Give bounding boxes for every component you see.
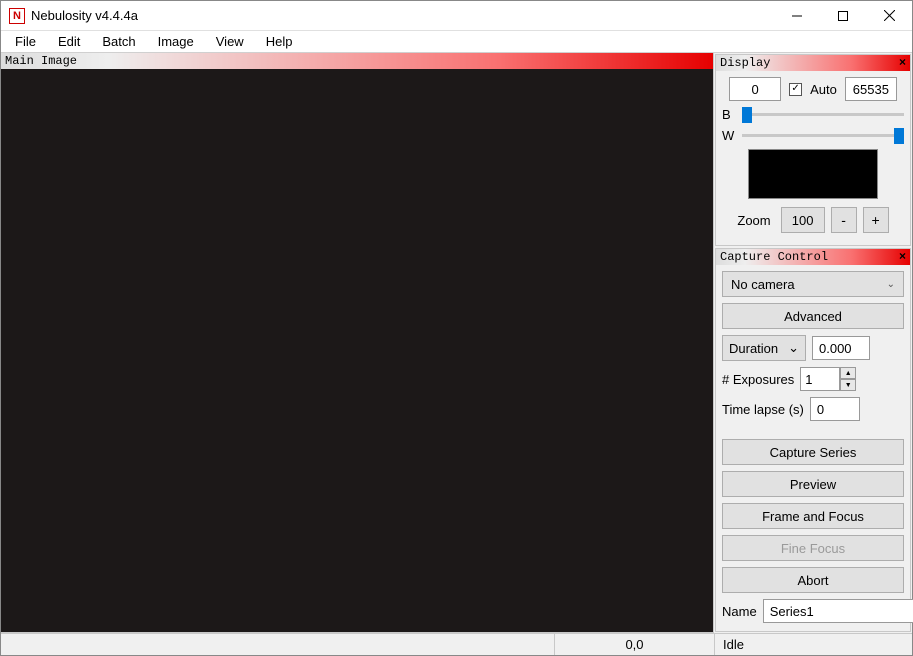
exposures-label: # Exposures	[722, 372, 794, 387]
menu-view[interactable]: View	[206, 32, 254, 51]
black-slider-label: B	[722, 107, 736, 122]
exposures-spinner[interactable]: ▲ ▼	[800, 367, 856, 391]
menu-batch[interactable]: Batch	[92, 32, 145, 51]
exposures-input[interactable]	[800, 367, 840, 391]
preview-button[interactable]: Preview	[722, 471, 904, 497]
zoom-label: Zoom	[737, 213, 770, 228]
histogram	[748, 149, 878, 199]
timelapse-input[interactable]	[810, 397, 860, 421]
duration-input[interactable]	[812, 336, 870, 360]
auto-label: Auto	[810, 82, 837, 97]
status-left	[1, 634, 554, 655]
status-state: Idle	[714, 634, 912, 655]
capture-panel: Capture Control × No camera ⌄ Advanced D…	[715, 248, 911, 632]
chevron-down-icon: ⌄	[887, 279, 895, 290]
white-level-input[interactable]	[845, 77, 897, 101]
frame-focus-button[interactable]: Frame and Focus	[722, 503, 904, 529]
menu-help[interactable]: Help	[256, 32, 303, 51]
main-image-title: Main Image	[5, 54, 77, 68]
duration-label: Duration	[729, 341, 778, 356]
menu-image[interactable]: Image	[148, 32, 204, 51]
exposures-up-button[interactable]: ▲	[840, 367, 856, 379]
abort-button[interactable]: Abort	[722, 567, 904, 593]
zoom-value[interactable]: 100	[781, 207, 825, 233]
zoom-in-button[interactable]: +	[863, 207, 889, 233]
white-slider-thumb[interactable]	[894, 128, 904, 144]
advanced-button[interactable]: Advanced	[722, 303, 904, 329]
chevron-down-icon: ⌄	[788, 340, 799, 356]
titlebar: N Nebulosity v4.4.4a	[1, 1, 912, 31]
black-level-input[interactable]	[729, 77, 781, 101]
display-header: Display ×	[716, 55, 910, 71]
main-image-canvas[interactable]	[1, 69, 713, 633]
duration-unit-select[interactable]: Duration ⌄	[722, 335, 806, 361]
display-panel: Display × ✓ Auto B W	[715, 54, 911, 246]
minimize-button[interactable]	[774, 1, 820, 31]
app-icon: N	[9, 8, 25, 24]
fine-focus-button[interactable]: Fine Focus	[722, 535, 904, 561]
series-name-input[interactable]	[763, 599, 913, 623]
black-slider[interactable]	[742, 113, 904, 116]
menu-file[interactable]: File	[5, 32, 46, 51]
auto-checkbox[interactable]: ✓	[789, 83, 802, 96]
black-slider-thumb[interactable]	[742, 107, 752, 123]
close-icon	[884, 10, 895, 21]
white-slider-label: W	[722, 128, 736, 143]
status-coords: 0,0	[554, 634, 714, 655]
display-close-icon[interactable]: ×	[899, 55, 906, 69]
main-image-header: Main Image	[1, 53, 713, 69]
window-title: Nebulosity v4.4.4a	[31, 8, 138, 23]
menu-edit[interactable]: Edit	[48, 32, 90, 51]
exposures-down-button[interactable]: ▼	[840, 379, 856, 391]
capture-title: Capture Control	[720, 250, 828, 264]
capture-close-icon[interactable]: ×	[899, 249, 906, 263]
capture-header: Capture Control ×	[716, 249, 910, 265]
zoom-out-button[interactable]: -	[831, 207, 857, 233]
statusbar: 0,0 Idle	[1, 633, 912, 655]
camera-value: No camera	[731, 277, 795, 292]
capture-series-button[interactable]: Capture Series	[722, 439, 904, 465]
timelapse-label: Time lapse (s)	[722, 402, 804, 417]
menubar: File Edit Batch Image View Help	[1, 31, 912, 53]
maximize-button[interactable]	[820, 1, 866, 31]
minimize-icon	[792, 11, 802, 21]
display-title: Display	[720, 56, 770, 70]
white-slider[interactable]	[742, 134, 904, 137]
camera-select[interactable]: No camera ⌄	[722, 271, 904, 297]
name-label: Name	[722, 604, 757, 619]
maximize-icon	[838, 11, 848, 21]
close-button[interactable]	[866, 1, 912, 31]
